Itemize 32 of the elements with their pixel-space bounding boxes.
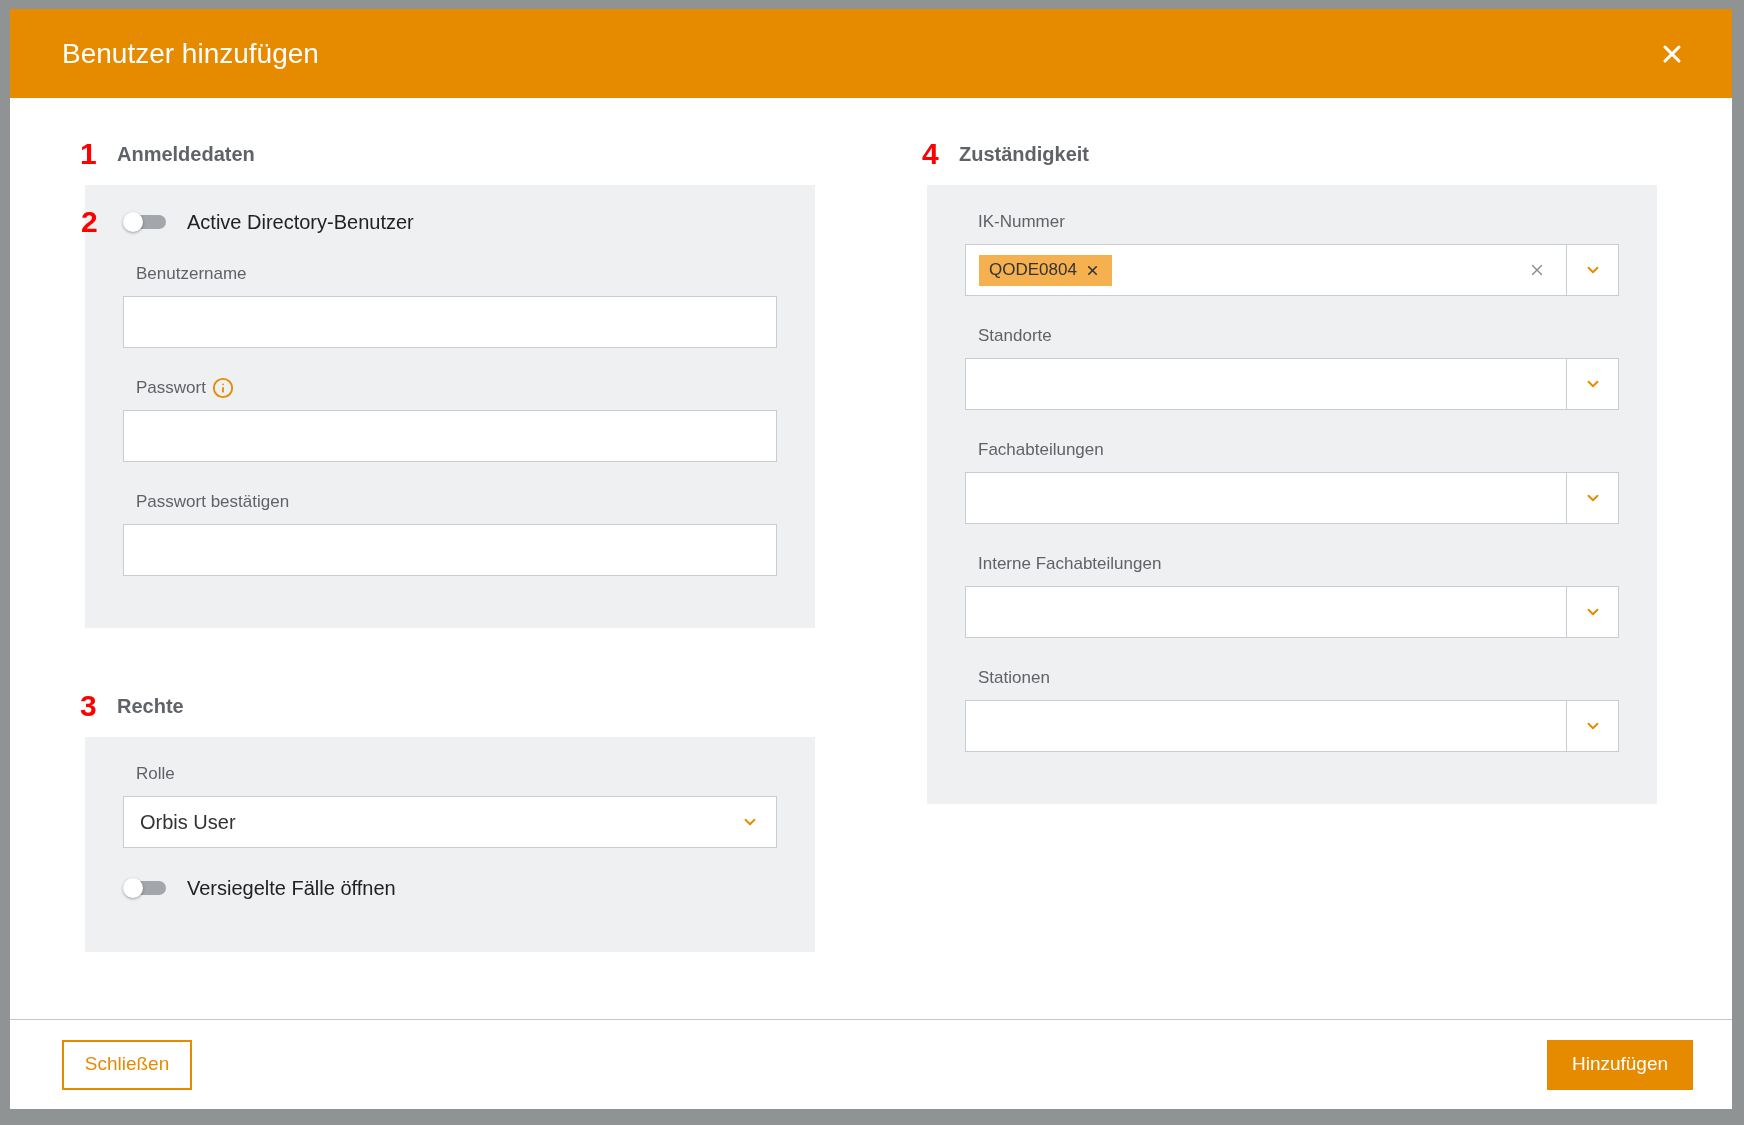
select-field[interactable]: Orbis User bbox=[123, 796, 777, 848]
toggle-switch[interactable] bbox=[123, 878, 166, 898]
field-label: Rolle bbox=[136, 763, 175, 786]
text-field[interactable] bbox=[123, 410, 777, 462]
dialog-title: Benutzer hinzufügen bbox=[62, 36, 319, 71]
field-label: Stationen bbox=[978, 667, 1050, 690]
multiselect-field[interactable] bbox=[965, 472, 1619, 524]
multiselect-field[interactable]: QODE0804 bbox=[965, 244, 1619, 296]
option-label: Versiegelte Fälle öffnen bbox=[187, 876, 396, 901]
multiselect-field[interactable] bbox=[965, 700, 1619, 752]
annotation-number: 3 bbox=[80, 690, 98, 722]
multiselect-field[interactable] bbox=[965, 358, 1619, 410]
field-label: Passwort bestätigen bbox=[136, 491, 290, 514]
tag-chip[interactable]: QODE0804 bbox=[979, 254, 1112, 286]
field-label: Benutzername bbox=[136, 263, 247, 286]
text-field[interactable] bbox=[123, 296, 777, 348]
text-field[interactable] bbox=[123, 524, 777, 576]
multiselect-field[interactable] bbox=[965, 586, 1619, 638]
annotation-number: 4 bbox=[922, 138, 940, 170]
info-icon[interactable] bbox=[211, 377, 234, 399]
annotation-number: 1 bbox=[80, 138, 98, 170]
annotation-number: 2 bbox=[81, 206, 98, 238]
section-heading: Zuständigkeit bbox=[959, 142, 1089, 167]
field-label: Interne Fachabteilungen bbox=[978, 553, 1162, 576]
field-label: Standorte bbox=[978, 325, 1052, 348]
field-label: Fachabteilungen bbox=[978, 439, 1104, 462]
option-label: Active Directory-Benutzer bbox=[187, 210, 414, 235]
toggle-switch[interactable] bbox=[123, 212, 166, 232]
section-heading: Anmeldedaten bbox=[117, 142, 255, 167]
section-heading: Rechte bbox=[117, 694, 184, 719]
field-label: Passwort bbox=[136, 377, 206, 400]
field-label: IK-Nummer bbox=[978, 211, 1065, 234]
